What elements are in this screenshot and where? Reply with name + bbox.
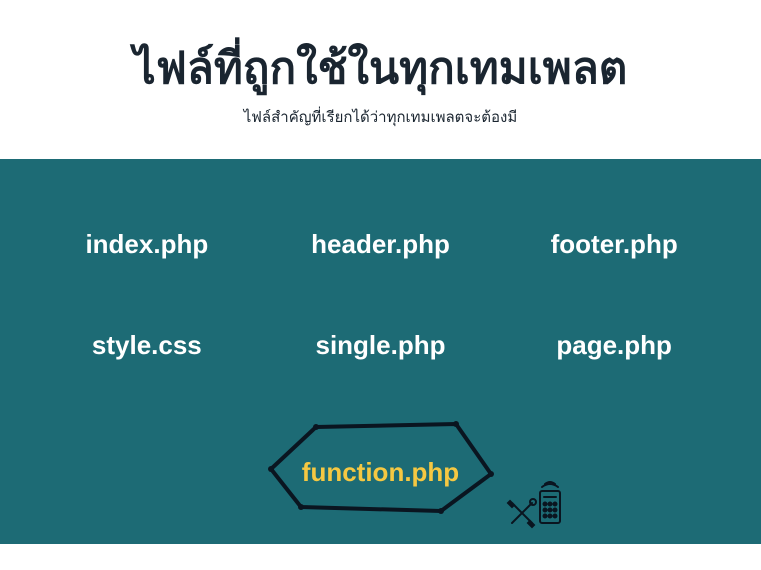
header-section: ไฟล์ที่ถูกใช้ในทุกเทมเพลต ไฟล์สำคัญที่เร… <box>0 0 761 159</box>
page-subtitle: ไฟล์สำคัญที่เรียกได้ว่าทุกเทมเพลตจะต้องม… <box>20 105 741 129</box>
file-item: index.php <box>30 229 264 260</box>
file-item: header.php <box>264 229 498 260</box>
tools-remote-icon <box>506 479 566 529</box>
file-item: footer.php <box>497 229 731 260</box>
file-item: single.php <box>264 330 498 361</box>
highlighted-file-label: function.php <box>256 457 506 488</box>
file-item: style.css <box>30 330 264 361</box>
highlighted-file-container: function.php <box>256 419 506 519</box>
content-section: index.php header.php footer.php style.cs… <box>0 159 761 544</box>
page-title: ไฟล์ที่ถูกใช้ในทุกเทมเพลต <box>20 40 741 97</box>
file-grid: index.php header.php footer.php style.cs… <box>30 229 731 361</box>
file-item: page.php <box>497 330 731 361</box>
